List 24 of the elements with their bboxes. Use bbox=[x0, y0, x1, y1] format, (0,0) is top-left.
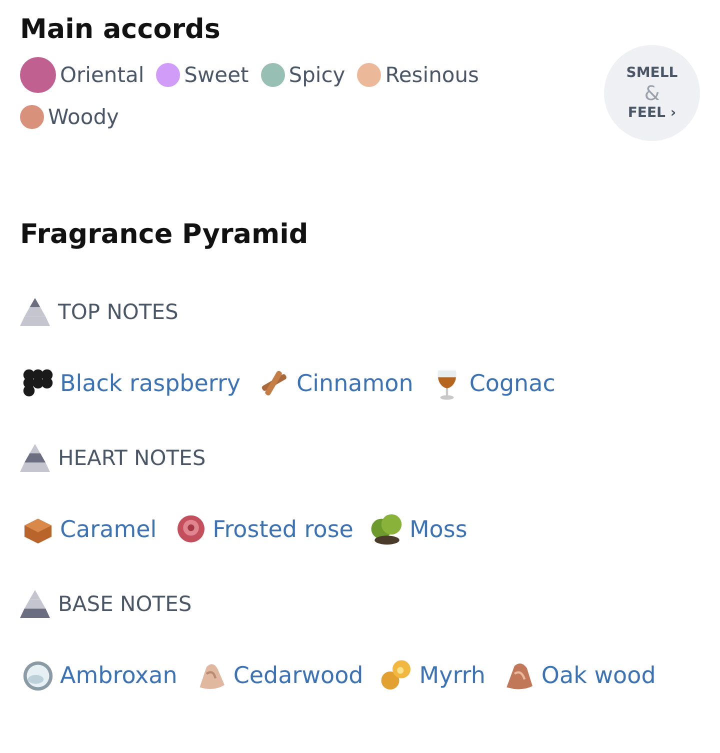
note-link[interactable]: Moss bbox=[409, 517, 468, 543]
smell-feel-button[interactable]: SMELL & FEEL › bbox=[604, 45, 700, 141]
note-link[interactable]: Frosted rose bbox=[212, 517, 354, 543]
section-title: Main accords bbox=[20, 13, 222, 47]
note-link[interactable]: Ambroxan bbox=[60, 663, 178, 689]
note-link[interactable]: Cognac bbox=[469, 371, 556, 397]
pyramid-icon bbox=[20, 444, 50, 472]
note-link[interactable]: Caramel bbox=[60, 517, 157, 543]
note-link[interactable]: Oak wood bbox=[541, 663, 656, 689]
notes-heading: HEART NOTES bbox=[58, 446, 206, 470]
accord-label: Spicy bbox=[288, 63, 346, 87]
accord-label: Sweet bbox=[184, 63, 249, 87]
pyramid-icon bbox=[20, 590, 50, 618]
note-link[interactable]: Cedarwood bbox=[233, 663, 364, 689]
accord-label: Woody bbox=[48, 105, 119, 129]
note-link[interactable]: Cinnamon bbox=[296, 371, 414, 397]
note-link[interactable]: Black raspberry bbox=[60, 371, 241, 397]
notes-heading: TOP NOTES bbox=[58, 300, 178, 324]
pyramid-icon bbox=[20, 298, 50, 326]
note-link[interactable]: Myrrh bbox=[419, 663, 486, 689]
accord-label: Oriental bbox=[60, 63, 144, 87]
accord-label: Resinous bbox=[385, 63, 479, 87]
section-title: Fragrance Pyramid bbox=[20, 218, 310, 252]
notes-heading: BASE NOTES bbox=[58, 592, 192, 616]
